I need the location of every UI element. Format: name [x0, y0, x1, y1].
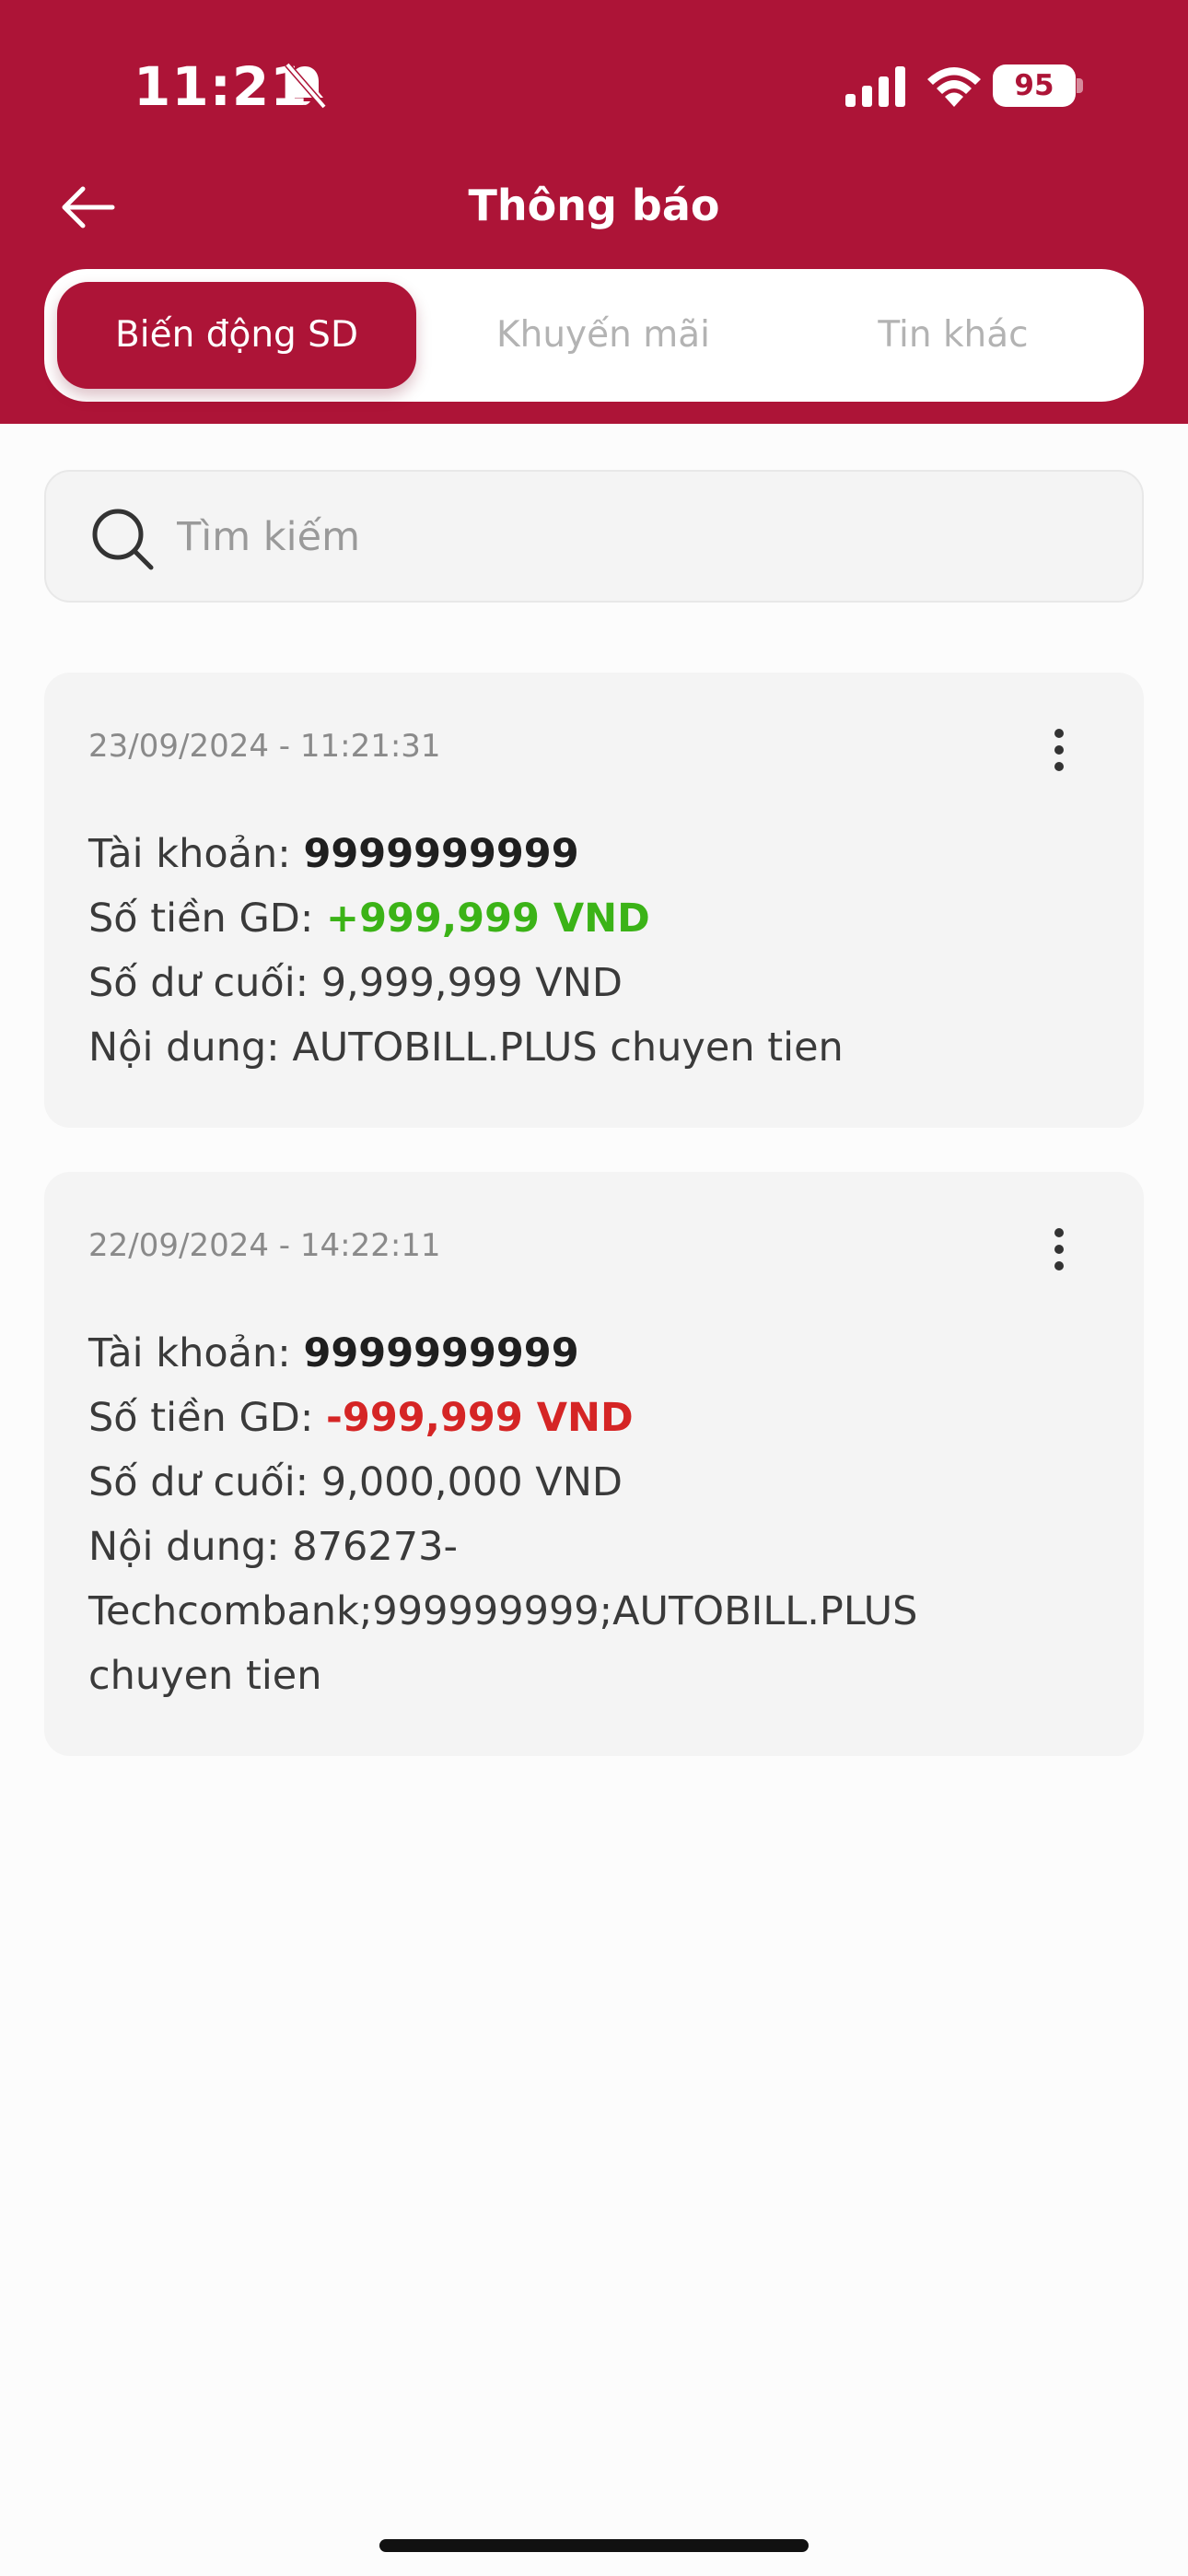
notification-timestamp: 22/09/2024 - 14:22:11 [88, 1227, 441, 1264]
amount-row: Số tiền GD: -999,999 VND [88, 1386, 1111, 1450]
notification-details: Tài khoản: 9999999999 Số tiền GD: -999,9… [88, 1321, 1111, 1708]
tab-bar: Biến động SD Khuyến mãi Tin khác [44, 269, 1144, 402]
content-row: Nội dung: 876273- [88, 1515, 1111, 1579]
balance-label: Số dư cuối: [88, 960, 321, 1006]
home-indicator [379, 2539, 809, 2552]
amount-label: Số tiền GD: [88, 1395, 327, 1441]
search-bar [44, 470, 1144, 603]
page-title: Thông báo [468, 181, 720, 230]
app-header: 11:21 95 Thông báo Biến động SD Khuyến m… [0, 0, 1188, 424]
bell-off-icon [285, 62, 327, 110]
notification-card[interactable]: 22/09/2024 - 14:22:11 Tài khoản: 9999999… [44, 1172, 1144, 1756]
wifi-icon [927, 67, 981, 107]
account-label: Tài khoản: [88, 831, 304, 877]
search-input[interactable] [177, 499, 1098, 575]
content-value: AUTOBILL.PLUS chuyen tien [292, 1025, 844, 1071]
search-icon [92, 509, 154, 570]
more-vertical-icon[interactable] [1039, 1225, 1079, 1273]
amount-value: -999,999 VND [326, 1395, 634, 1441]
content-value: 876273- [292, 1524, 459, 1570]
account-number: 9999999999 [303, 831, 579, 877]
content-label: Nội dung: [88, 1524, 293, 1570]
content-label: Nội dung: [88, 1025, 293, 1071]
content-continuation: Techcombank;999999999;AUTOBILL.PLUS [88, 1588, 918, 1634]
tab-tin-khac[interactable]: Tin khác [774, 282, 1133, 389]
account-number: 9999999999 [303, 1330, 579, 1376]
notification-card[interactable]: 23/09/2024 - 11:21:31 Tài khoản: 9999999… [44, 673, 1144, 1128]
battery-icon: 95 [993, 64, 1085, 107]
balance-row: Số dư cuối: 9,999,999 VND [88, 951, 1111, 1015]
tab-khuyen-mai[interactable]: Khuyến mãi [424, 282, 783, 389]
account-label: Tài khoản: [88, 1330, 304, 1376]
balance-value: 9,999,999 VND [320, 960, 623, 1006]
amount-label: Số tiền GD: [88, 896, 327, 942]
notification-details: Tài khoản: 9999999999 Số tiền GD: +999,9… [88, 822, 1111, 1080]
more-vertical-icon[interactable] [1039, 726, 1079, 774]
balance-value: 9,000,000 VND [320, 1459, 623, 1505]
content-continuation: chuyen tien [88, 1653, 322, 1699]
amount-row: Số tiền GD: +999,999 VND [88, 886, 1111, 951]
notification-timestamp: 23/09/2024 - 11:21:31 [88, 728, 441, 765]
balance-label: Số dư cuối: [88, 1459, 321, 1505]
amount-value: +999,999 VND [326, 896, 650, 942]
signal-icon [845, 66, 905, 107]
tab-bien-dong-sd[interactable]: Biến động SD [57, 282, 416, 389]
account-row: Tài khoản: 9999999999 [88, 1321, 1111, 1386]
account-row: Tài khoản: 9999999999 [88, 822, 1111, 886]
battery-level: 95 [1014, 69, 1054, 102]
content-row: Nội dung: AUTOBILL.PLUS chuyen tien [88, 1015, 1111, 1080]
balance-row: Số dư cuối: 9,000,000 VND [88, 1450, 1111, 1515]
